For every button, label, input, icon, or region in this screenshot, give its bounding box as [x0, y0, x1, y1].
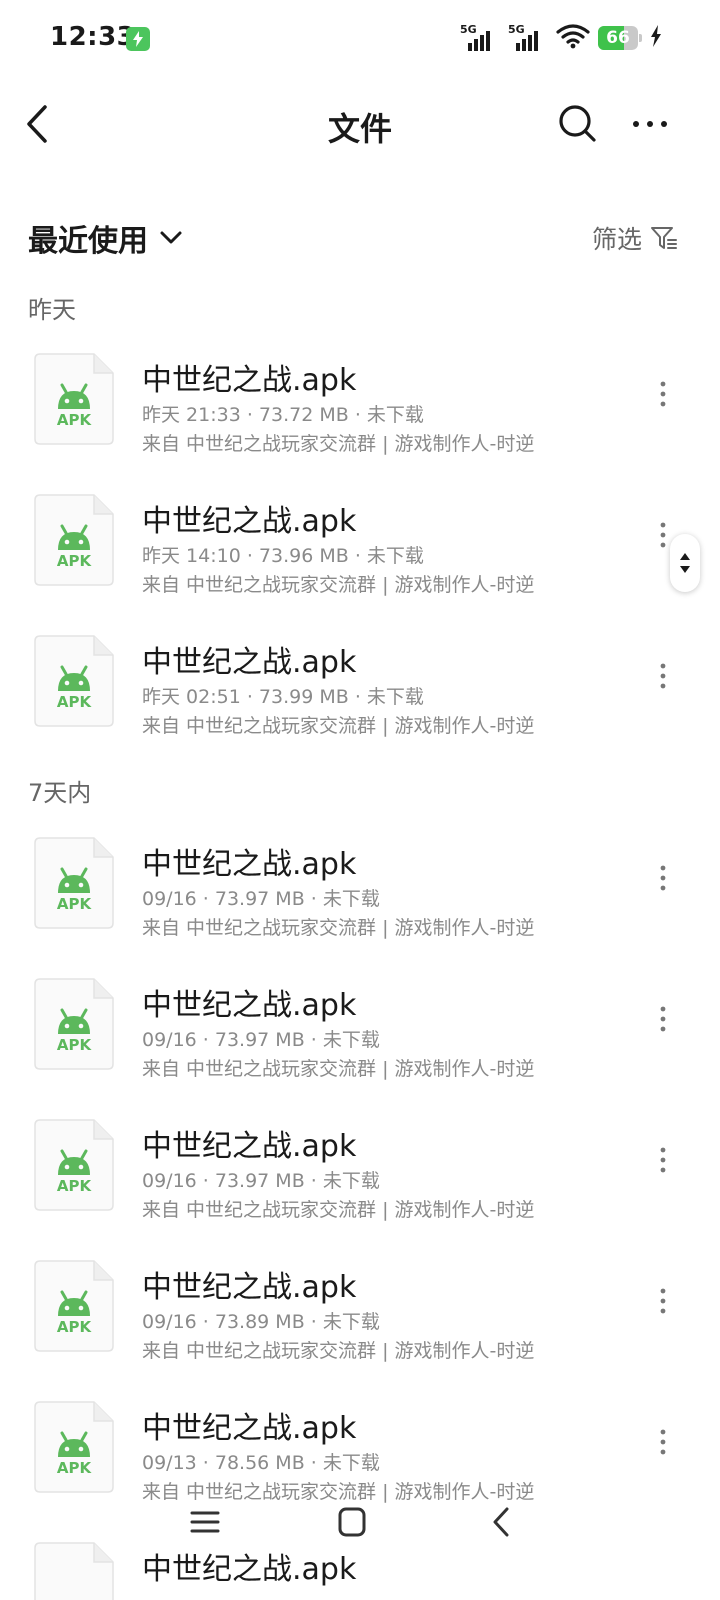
file-meta: 09/16 · 73.97 MB · 未下载	[142, 1029, 380, 1051]
status-indicators: 5G 5G 66	[460, 22, 662, 54]
file-meta: 09/16 · 73.97 MB · 未下载	[142, 888, 380, 910]
file-list-item[interactable]: APK 中世纪之战.apk 09/16 · 73.97 MB · 未下载 来自 …	[0, 966, 720, 1107]
back-arrow-icon	[493, 1507, 509, 1537]
android-apk-icon: APK	[34, 353, 114, 445]
apk-badge: APK	[56, 1459, 92, 1477]
battery-icon: 66	[598, 26, 642, 50]
system-back-button[interactable]	[480, 1502, 524, 1542]
more-horizontal-icon	[633, 121, 667, 127]
file-list-item[interactable]: APK 中世纪之战.apk 09/16 · 73.97 MB · 未下载 来自 …	[0, 1107, 720, 1248]
android-apk-icon: APK	[34, 1119, 114, 1211]
menu-icon	[190, 1511, 220, 1533]
apk-badge: APK	[56, 1318, 92, 1336]
file-source: 来自 中世纪之战玩家交流群 | 游戏制作人-时逆	[142, 1199, 535, 1221]
more-vertical-icon	[660, 381, 666, 407]
wifi-icon	[556, 23, 590, 53]
file-source: 来自 中世纪之战玩家交流群 | 游戏制作人-时逆	[142, 574, 535, 596]
file-name: 中世纪之战.apk	[142, 988, 357, 1023]
apk-badge: APK	[56, 552, 92, 570]
fast-scroll-handle[interactable]	[670, 534, 700, 592]
filter-bar: 最近使用 筛选	[0, 210, 720, 266]
system-nav-bar	[0, 1494, 720, 1550]
file-name: 中世纪之战.apk	[142, 1552, 357, 1587]
file-more-button[interactable]	[648, 1423, 678, 1463]
filter-icon	[651, 227, 677, 249]
apk-badge: APK	[56, 411, 92, 429]
filter-button[interactable]: 筛选	[592, 220, 678, 256]
file-more-button[interactable]	[648, 657, 678, 697]
android-apk-icon: APK	[34, 978, 114, 1070]
cellular-signal-icon: 5G	[508, 23, 548, 53]
file-list-item[interactable]: APK 中世纪之战.apk 09/16 · 73.97 MB · 未下载 来自 …	[0, 825, 720, 966]
section-label-yesterday: 昨天	[28, 296, 76, 324]
apk-badge: APK	[56, 1036, 92, 1054]
file-name: 中世纪之战.apk	[142, 1411, 357, 1446]
android-apk-icon: APK	[34, 635, 114, 727]
cellular-signal-icon: 5G	[460, 23, 500, 53]
file-list-item[interactable]: APK 中世纪之战.apk 昨天 21:33 · 73.72 MB · 未下载 …	[0, 341, 720, 482]
file-meta: 昨天 02:51 · 73.99 MB · 未下载	[142, 686, 424, 708]
more-vertical-icon	[660, 1288, 666, 1314]
file-name: 中世纪之战.apk	[142, 363, 357, 398]
android-apk-icon	[34, 1542, 114, 1600]
file-list-item[interactable]: APK 中世纪之战.apk 昨天 02:51 · 73.99 MB · 未下载 …	[0, 623, 720, 764]
more-vertical-icon	[660, 865, 666, 891]
sort-dropdown[interactable]: 最近使用	[28, 216, 184, 260]
search-button[interactable]	[556, 102, 600, 146]
android-apk-icon: APK	[34, 494, 114, 586]
status-time: 12:33	[50, 22, 136, 52]
file-meta: 昨天 14:10 · 73.96 MB · 未下载	[142, 545, 424, 567]
file-more-button[interactable]	[648, 1141, 678, 1181]
file-meta: 09/13 · 78.56 MB · 未下载	[142, 1452, 380, 1474]
more-vertical-icon	[660, 1006, 666, 1032]
file-meta: 昨天 21:33 · 73.72 MB · 未下载	[142, 404, 424, 426]
sort-label: 最近使用	[28, 224, 148, 259]
apk-badge: APK	[56, 895, 92, 913]
scroll-arrows-icon	[680, 553, 690, 573]
file-name: 中世纪之战.apk	[142, 1129, 357, 1164]
filter-label: 筛选	[591, 225, 642, 254]
file-more-button[interactable]	[648, 1282, 678, 1322]
page-title: 文件	[327, 110, 392, 148]
file-source: 来自 中世纪之战玩家交流群 | 游戏制作人-时逆	[142, 715, 535, 737]
file-list-item[interactable]: APK 中世纪之战.apk 09/16 · 73.89 MB · 未下载 来自 …	[0, 1248, 720, 1389]
charging-icon	[650, 25, 662, 51]
more-vertical-icon	[660, 663, 666, 689]
file-source: 来自 中世纪之战玩家交流群 | 游戏制作人-时逆	[142, 1058, 535, 1080]
android-apk-icon: APK	[34, 1260, 114, 1352]
file-meta: 09/16 · 73.89 MB · 未下载	[142, 1311, 380, 1333]
file-source: 来自 中世纪之战玩家交流群 | 游戏制作人-时逆	[142, 433, 535, 455]
more-options-button[interactable]	[628, 102, 672, 146]
power-saving-icon	[126, 27, 150, 51]
status-bar: 12:33 5G 5G 66	[0, 0, 720, 78]
home-square-icon	[338, 1507, 366, 1537]
file-more-button[interactable]	[648, 375, 678, 415]
android-apk-icon: APK	[34, 837, 114, 929]
file-name: 中世纪之战.apk	[142, 1270, 357, 1305]
android-apk-icon: APK	[34, 1401, 114, 1493]
battery-level: 66	[606, 28, 630, 48]
file-name: 中世纪之战.apk	[142, 645, 357, 680]
more-vertical-icon	[660, 1147, 666, 1173]
apk-badge: APK	[56, 1177, 92, 1195]
file-source: 来自 中世纪之战玩家交流群 | 游戏制作人-时逆	[142, 1340, 535, 1362]
section-label-7-days: 7天内	[28, 779, 92, 807]
file-source: 来自 中世纪之战玩家交流群 | 游戏制作人-时逆	[142, 917, 535, 939]
home-button[interactable]	[330, 1502, 374, 1542]
search-icon	[559, 105, 596, 142]
chevron-down-icon	[160, 231, 182, 244]
file-meta: 09/16 · 73.97 MB · 未下载	[142, 1170, 380, 1192]
file-list-item[interactable]: APK 中世纪之战.apk 昨天 14:10 · 73.96 MB · 未下载 …	[0, 482, 720, 623]
file-more-button[interactable]	[648, 859, 678, 899]
recent-apps-button[interactable]	[183, 1502, 227, 1542]
file-name: 中世纪之战.apk	[142, 504, 357, 539]
file-name: 中世纪之战.apk	[142, 847, 357, 882]
apk-badge: APK	[56, 693, 92, 711]
more-vertical-icon	[660, 1429, 666, 1455]
app-header: 文件	[0, 84, 720, 164]
file-more-button[interactable]	[648, 1000, 678, 1040]
